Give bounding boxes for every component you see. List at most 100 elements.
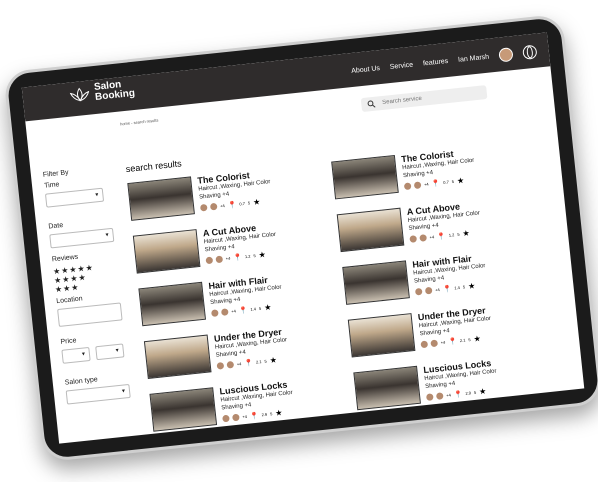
stylist-avatar — [216, 361, 225, 370]
stylist-avatar — [413, 181, 422, 190]
breadcrumb[interactable]: home - search results — [120, 117, 159, 126]
salon-photo[interactable] — [353, 365, 421, 411]
location-pin-icon: 📍 — [249, 412, 259, 421]
nav-menu: About Us Service features Ian Marsh — [351, 44, 538, 78]
salon-rating: 5 — [468, 337, 471, 343]
avatar[interactable] — [498, 47, 514, 63]
stylist-avatar — [424, 286, 433, 295]
salon-photo[interactable] — [132, 229, 201, 274]
location-pin-icon: 📍 — [442, 285, 452, 294]
star-icon: ★ — [478, 386, 487, 397]
chevron-down-icon: ▾ — [121, 388, 126, 395]
star-icon: ★ — [462, 228, 471, 239]
globe-icon[interactable] — [522, 44, 538, 60]
salon-distance: 1.2 — [448, 232, 455, 238]
salon-distance: 1.4 — [250, 306, 257, 312]
salon-card[interactable]: Hair with Flair Haircut ,Waxing, Hair Co… — [342, 250, 506, 313]
stylists-more: +4 — [445, 392, 452, 398]
stylist-avatar — [226, 360, 235, 369]
stylist-avatar — [209, 202, 218, 211]
salon-card[interactable]: Luscious Locks Haircut ,Waxing, Hair Col… — [149, 377, 313, 440]
salon-photo[interactable] — [149, 387, 218, 432]
chevron-down-icon: ▾ — [81, 351, 86, 358]
filter-panel: Filter By Time ▾ Date ▾ Reviews ★★★★★ ★★… — [43, 165, 137, 405]
nav-service-link[interactable]: Service — [389, 61, 413, 70]
stylist-avatar — [420, 340, 429, 349]
salon-rating: 5 — [258, 305, 262, 311]
app-screen: Salon Booking About Us Service features … — [21, 32, 585, 444]
chevron-down-icon: ▾ — [95, 192, 99, 199]
price-min-select[interactable]: ▾ — [61, 346, 91, 364]
nav-user-name[interactable]: Ian Marsh — [458, 53, 490, 63]
salon-card[interactable]: A Cut Above Haircut ,Waxing, Hair Color … — [132, 219, 297, 282]
salon-card[interactable]: Hair with Flair Haircut ,Waxing, Hair Co… — [138, 272, 302, 335]
star-icon: ★ — [456, 175, 465, 186]
results-column-left: The Colorist Haircut ,Waxing, Hair Color… — [127, 166, 314, 443]
salon-rating: 5 — [247, 200, 251, 206]
stylist-avatar — [205, 256, 214, 265]
salon-card[interactable]: Under the Dryer Haircut ,Waxing, Hair Co… — [347, 303, 512, 366]
salon-distance: 0.7 — [239, 200, 246, 207]
stylist-avatar — [222, 414, 230, 423]
star-icon: ★ — [473, 333, 482, 344]
location-pin-icon: 📍 — [453, 390, 463, 399]
location-pin-icon: 📍 — [232, 254, 243, 262]
location-pin-icon: 📍 — [431, 179, 441, 188]
salon-card[interactable]: Under the Dryer Haircut ,Waxing, Hair Co… — [143, 324, 308, 387]
stylist-avatar — [403, 182, 412, 191]
salon-photo[interactable] — [127, 176, 195, 221]
nav-features-link[interactable]: features — [423, 57, 449, 67]
star-icon: ★ — [252, 197, 261, 207]
salon-type-select[interactable]: ▾ — [65, 383, 131, 405]
salon-rating: 5 — [269, 411, 273, 417]
star-icon: ★ — [467, 281, 476, 291]
salon-distance: 1.4 — [454, 284, 461, 291]
stylists-more: +4 — [236, 361, 242, 367]
stylist-avatar — [220, 308, 229, 316]
stylists-more: +4 — [429, 234, 435, 240]
stylist-avatar — [435, 392, 444, 400]
stylist-avatar — [430, 339, 439, 348]
salon-rating: 5 — [462, 284, 466, 290]
search-icon — [367, 100, 376, 108]
stylists-more: +4 — [219, 203, 225, 209]
tablet-device: Salon Booking About Us Service features … — [3, 13, 598, 463]
salon-photo[interactable] — [138, 281, 206, 327]
salon-rating: 5 — [473, 389, 477, 395]
salon-card[interactable]: The Colorist Haircut ,Waxing, Hair Color… — [127, 166, 291, 229]
results-column-right: The Colorist Haircut ,Waxing, Hair Color… — [331, 145, 518, 425]
salon-photo[interactable] — [347, 313, 416, 358]
salon-photo[interactable] — [336, 207, 405, 253]
salon-photo[interactable] — [331, 154, 399, 200]
nav-about-link[interactable]: About Us — [351, 65, 380, 75]
salon-photo[interactable] — [342, 260, 410, 305]
salon-rating: 5 — [264, 358, 267, 364]
salon-distance: 2.9 — [261, 411, 268, 418]
chevron-down-icon: ▾ — [115, 347, 120, 355]
salon-rating: 5 — [457, 231, 460, 237]
salon-distance: 2.1 — [255, 359, 262, 365]
stylist-avatar — [425, 393, 434, 401]
stylists-more: +4 — [231, 308, 237, 314]
salon-distance: 0.7 — [442, 179, 450, 186]
location-pin-icon: 📍 — [244, 359, 254, 368]
location-pin-icon: 📍 — [238, 306, 248, 315]
salon-photo[interactable] — [143, 334, 212, 379]
stylists-more: +4 — [423, 181, 429, 188]
stylist-avatar — [211, 309, 219, 317]
salon-card[interactable]: The Colorist Haircut ,Waxing, Hair Color… — [331, 145, 495, 208]
salon-card[interactable]: A Cut Above Haircut ,Waxing, Hair Color … — [336, 198, 501, 261]
search-input[interactable] — [379, 88, 485, 108]
brand-logo[interactable]: Salon Booking — [68, 79, 136, 106]
stylists-more: +4 — [225, 255, 231, 262]
salon-card[interactable]: Luscious Locks Haircut ,Waxing, Hair Col… — [353, 356, 517, 419]
price-max-select[interactable]: ▾ — [95, 343, 125, 361]
star-icon: ★ — [258, 250, 267, 260]
star-icon: ★ — [269, 355, 278, 366]
stylist-avatar — [414, 287, 423, 296]
location-pin-icon: 📍 — [447, 337, 458, 346]
search-bar[interactable] — [360, 85, 488, 113]
salon-rating: 5 — [253, 253, 256, 259]
stylists-more: +4 — [434, 287, 440, 293]
search-results-heading: search results — [125, 158, 183, 175]
